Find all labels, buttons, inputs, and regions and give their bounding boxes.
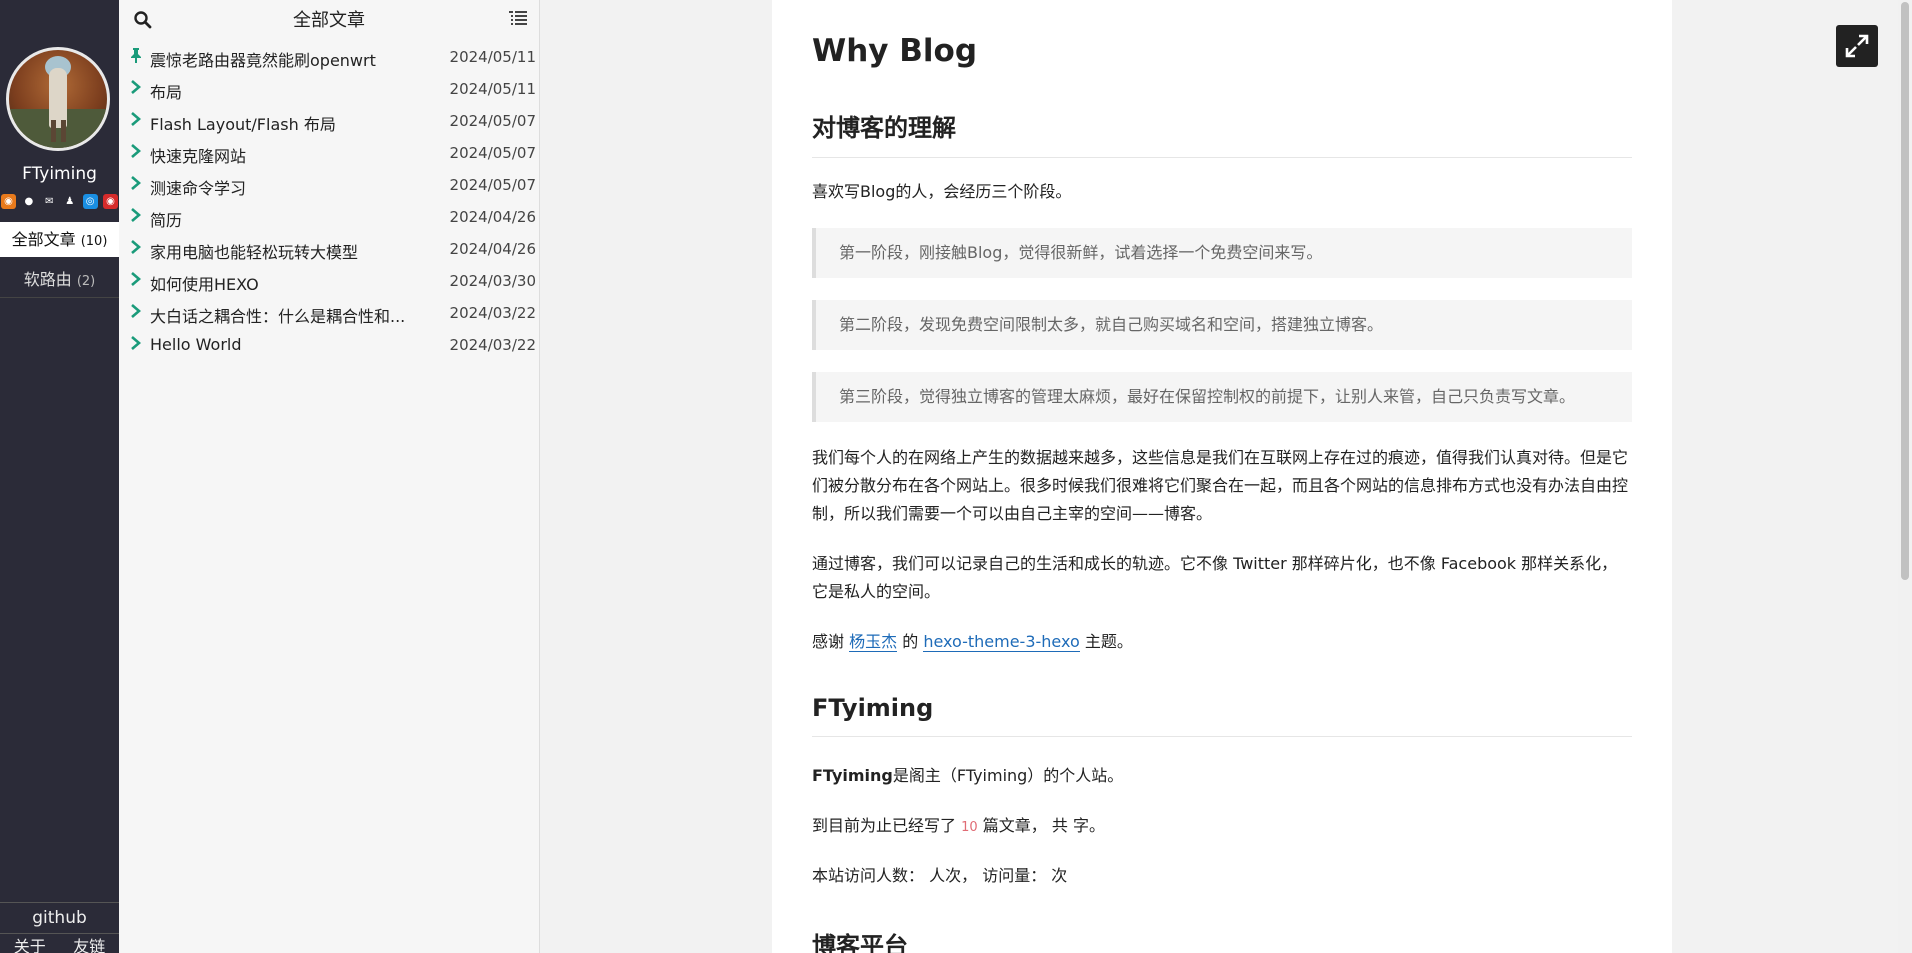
avatar[interactable] bbox=[6, 47, 110, 151]
article-date: 2024/04/26 bbox=[449, 208, 536, 226]
article-date: 2024/05/07 bbox=[449, 112, 536, 130]
qq-icon[interactable]: ♟ bbox=[62, 194, 77, 209]
chevron-right-icon bbox=[131, 144, 141, 158]
mail-icon[interactable]: ✉ bbox=[42, 194, 57, 209]
article-date: 2024/04/26 bbox=[449, 240, 536, 258]
friends-link[interactable]: 友链 bbox=[73, 934, 105, 953]
article-list-panel: 全部文章 震惊老路由器竟然能刷openwrt 2024/05/11 布局 202… bbox=[119, 0, 540, 953]
chevron-right-icon bbox=[131, 272, 141, 286]
site-description: FTyiming是阁主（FTyiming）的个人站。 bbox=[812, 762, 1632, 790]
nav-soft-label: 软路由 bbox=[23, 270, 72, 289]
article-list: 震惊老路由器竟然能刷openwrt 2024/05/11 布局 2024/05/… bbox=[119, 42, 539, 362]
nav-soft-count: (2) bbox=[76, 274, 96, 289]
thanks-suffix: 主题。 bbox=[1084, 632, 1133, 651]
section-heading-platform: 博客平台 bbox=[812, 932, 908, 953]
article-date: 2024/03/22 bbox=[449, 336, 536, 354]
nav-all-articles[interactable]: 全部文章 (10) bbox=[0, 222, 119, 257]
article-title: 测速命令学习 bbox=[150, 179, 247, 198]
stats-prefix: 到目前为止已经写了 bbox=[812, 816, 957, 835]
rss-icon[interactable]: ◉ bbox=[1, 194, 16, 209]
site-name-bold: FTyiming bbox=[812, 766, 893, 785]
thanks-mid: 的 bbox=[902, 632, 919, 651]
author-name[interactable]: FTyiming bbox=[0, 164, 119, 184]
pin-icon bbox=[131, 48, 141, 63]
intro-text: 喜欢写Blog的人，会经历三个阶段。 bbox=[812, 182, 1072, 201]
list-item[interactable]: 震惊老路由器竟然能刷openwrt 2024/05/11 bbox=[119, 42, 539, 74]
article-title: Flash Layout/Flash 布局 bbox=[150, 115, 336, 134]
github-icon[interactable]: ● bbox=[21, 194, 36, 209]
list-item[interactable]: 家用电脑也能轻松玩转大模型 2024/04/26 bbox=[119, 234, 539, 266]
list-item[interactable]: 简历 2024/04/26 bbox=[119, 202, 539, 234]
author-link[interactable]: 杨玉杰 bbox=[849, 632, 898, 652]
article-title: 家用电脑也能轻松玩转大模型 bbox=[150, 243, 359, 262]
list-item[interactable]: 快速克隆网站 2024/05/07 bbox=[119, 138, 539, 170]
blockquote-stage-3: 第三阶段，觉得独立博客的管理太麻烦，最好在保留控制权的前提下，让别人来管，自己只… bbox=[812, 372, 1632, 422]
sidebar-bottom-links: 关于 友链 bbox=[0, 933, 119, 953]
list-title: 全部文章 bbox=[293, 10, 365, 31]
sidebar: FTyiming ◉ ● ✉ ♟ ◎ ◉ 全部文章 (10) 软路由 (2) g… bbox=[0, 0, 119, 953]
scrollbar-thumb[interactable] bbox=[1901, 2, 1909, 580]
github-link[interactable]: github bbox=[0, 902, 119, 933]
nav-all-label: 全部文章 bbox=[11, 230, 76, 249]
thanks-prefix: 感谢 bbox=[812, 632, 845, 651]
article-date: 2024/05/11 bbox=[449, 80, 536, 98]
social-links: ◉ ● ✉ ♟ ◎ ◉ bbox=[0, 194, 119, 212]
list-item[interactable]: Flash Layout/Flash 布局 2024/05/07 bbox=[119, 106, 539, 138]
article-title: 快速克隆网站 bbox=[150, 147, 247, 166]
chevron-right-icon bbox=[131, 176, 141, 190]
article-content: Why Blog 对博客的理解 喜欢写Blog的人，会经历三个阶段。 第一阶段，… bbox=[772, 0, 1672, 953]
link-icon[interactable]: ◎ bbox=[82, 194, 98, 209]
chevron-right-icon bbox=[131, 112, 141, 126]
weibo-icon[interactable]: ◉ bbox=[102, 194, 118, 209]
article-title: 震惊老路由器竟然能刷openwrt bbox=[150, 51, 376, 70]
section-heading-site: FTyiming bbox=[812, 694, 1632, 737]
article-title: 布局 bbox=[150, 83, 183, 102]
list-item[interactable]: Hello World 2024/03/22 bbox=[119, 330, 539, 362]
stats-mid: 篇文章， 共 bbox=[982, 816, 1068, 835]
blockquote-stage-1: 第一阶段，刚接触Blog，觉得很新鲜，试着选择一个免费空间来写。 bbox=[812, 228, 1632, 278]
site-desc-text: 是阁主（FTyiming）的个人站。 bbox=[892, 766, 1124, 785]
theme-link[interactable]: hexo-theme-3-hexo bbox=[923, 632, 1080, 652]
visits-prefix: 本站访问人数： bbox=[812, 866, 925, 885]
nav-all-count: (10) bbox=[80, 234, 108, 249]
scrollbar[interactable] bbox=[1898, 0, 1912, 953]
visits-mid: 人次， 访问量： bbox=[929, 866, 1047, 885]
article-date: 2024/03/22 bbox=[449, 304, 536, 322]
page-title: Why Blog bbox=[812, 33, 978, 69]
list-item[interactable]: 如何使用HEXO 2024/03/30 bbox=[119, 266, 539, 298]
article-title: 如何使用HEXO bbox=[150, 275, 259, 294]
chevron-right-icon bbox=[131, 80, 141, 94]
article-date: 2024/05/11 bbox=[449, 48, 536, 66]
blockquote-stage-2: 第二阶段，发现免费空间限制太多，就自己购买域名和空间，搭建独立博客。 bbox=[812, 300, 1632, 350]
list-item[interactable]: 测速命令学习 2024/05/07 bbox=[119, 170, 539, 202]
section-heading-understanding: 对博客的理解 bbox=[812, 108, 1632, 158]
thanks-paragraph: 感谢 杨玉杰 的 hexo-theme-3-hexo 主题。 bbox=[812, 628, 1632, 656]
paragraph-data: 我们每个人的在网络上产生的数据越来越多，这些信息是我们在互联网上存在过的痕迹，值… bbox=[812, 448, 1629, 523]
fullscreen-button[interactable] bbox=[1836, 25, 1878, 67]
article-date: 2024/05/07 bbox=[449, 144, 536, 162]
article-date: 2024/03/30 bbox=[449, 272, 536, 290]
chevron-right-icon bbox=[131, 240, 141, 254]
visits-suffix: 次 bbox=[1051, 866, 1068, 885]
stats-paragraph: 到目前为止已经写了 10 篇文章， 共 字。 bbox=[812, 812, 1632, 842]
article-date: 2024/05/07 bbox=[449, 176, 536, 194]
chevron-right-icon bbox=[131, 208, 141, 222]
list-item[interactable]: 布局 2024/05/11 bbox=[119, 74, 539, 106]
stats-suffix: 字。 bbox=[1072, 816, 1105, 835]
article-count: 10 bbox=[961, 820, 978, 835]
article-title: 简历 bbox=[150, 211, 183, 230]
expand-icon bbox=[1845, 34, 1869, 58]
list-toggle-icon[interactable] bbox=[509, 10, 527, 26]
article-title: 大白话之耦合性：什么是耦合性和... bbox=[150, 307, 406, 326]
nav-soft-router[interactable]: 软路由 (2) bbox=[0, 262, 119, 298]
list-item[interactable]: 大白话之耦合性：什么是耦合性和... 2024/03/22 bbox=[119, 298, 539, 330]
article-title: Hello World bbox=[150, 335, 242, 354]
paragraph-blog: 通过博客，我们可以记录自己的生活和成长的轨迹。它不像 Twitter 那样碎片化… bbox=[812, 554, 1618, 601]
visits-paragraph: 本站访问人数： 人次， 访问量： 次 bbox=[812, 862, 1632, 890]
chevron-right-icon bbox=[131, 304, 141, 318]
about-link[interactable]: 关于 bbox=[14, 934, 46, 953]
chevron-right-icon bbox=[131, 336, 141, 350]
